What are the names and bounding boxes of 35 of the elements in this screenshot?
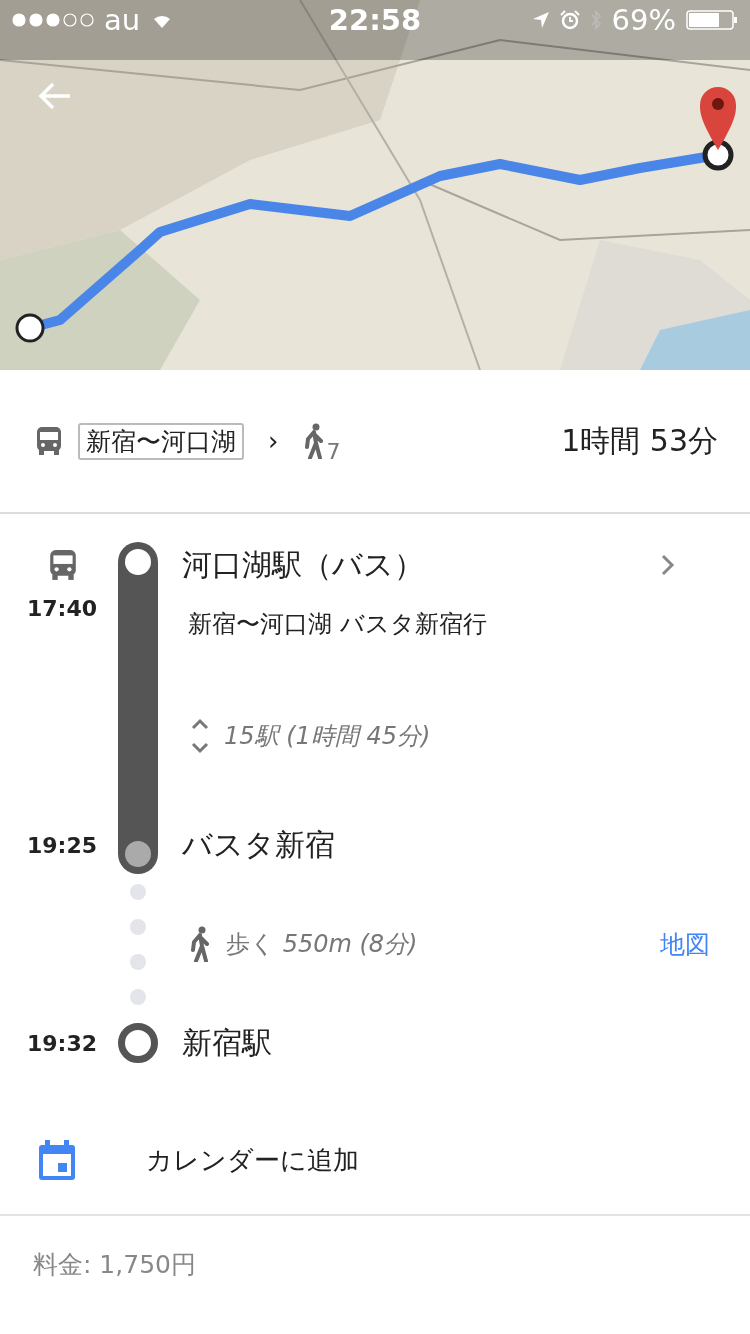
calendar-button[interactable]: カレンダーに追加 [0,1106,750,1216]
bus-icon [49,549,77,581]
path-dot [130,988,146,1005]
departure-time: 17:40 [27,596,97,621]
chevron-button[interactable] [660,553,676,577]
separator-mark: › [268,426,279,456]
stop-count: 15駅 (1時間 45分) [224,721,431,752]
expand-button[interactable] [190,716,210,756]
clock-time: 22:58 [328,3,422,37]
carrier-name: au [104,3,141,37]
calendar-icon [38,1139,76,1181]
walk-info: 歩く 550m (8分) [226,929,418,960]
walk-duration: 7 [326,439,341,464]
path-dot [130,883,146,900]
alarm-icon [559,10,580,30]
map-link[interactable]: 地図 [660,927,710,961]
fare-text: 料金: 1,750円 [32,1249,197,1281]
stop-name: 河口湖駅（バス） [181,545,425,584]
arrival-time: 19:25 [27,832,97,858]
path-dot [130,953,146,970]
signal-icon [12,13,94,27]
total-duration: 1時間 53分 [561,421,718,460]
stop-name: バスタ新宿 [181,825,336,864]
path-dot [130,918,146,935]
bluetooth-icon [589,10,602,30]
walking-person-icon [188,926,212,962]
line-name: 新宿〜河口湖 バスタ新宿行 [187,609,488,640]
battery-icon [686,10,738,30]
battery-percent: 69% [611,3,676,37]
location-icon [531,11,550,29]
arrival-time: 19:32 [27,1030,97,1056]
destination-marker [118,1023,158,1063]
route-badge: 新宿〜河口湖 [78,422,244,460]
bus-icon [36,426,62,456]
stop-name: 新宿駅 [181,1023,273,1062]
